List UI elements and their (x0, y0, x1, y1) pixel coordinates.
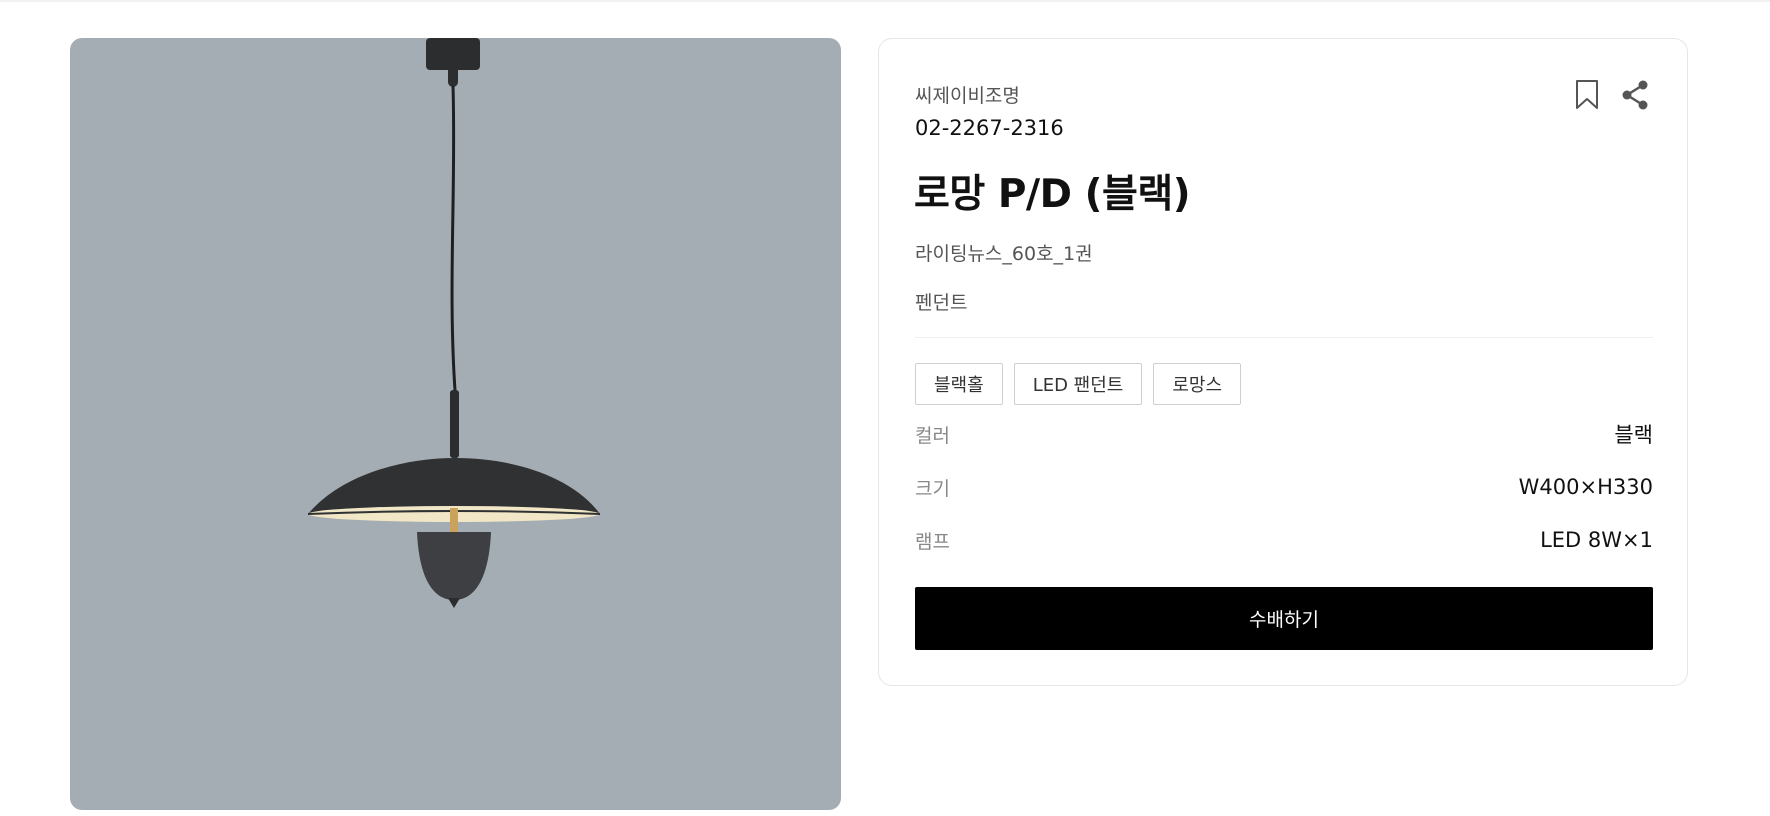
spec-label: 램프 (915, 530, 950, 553)
spec-row-size: 크기 W400×H330 (915, 472, 1653, 502)
brand-name: 씨제이비조명 (915, 85, 1020, 107)
spec-label: 크기 (915, 477, 950, 500)
top-divider (0, 0, 1770, 2)
share-icon (1622, 80, 1648, 110)
spec-row-lamp: 램프 LED 8W×1 (915, 525, 1653, 555)
spec-value: W400×H330 (1518, 475, 1653, 499)
bookmark-icon (1576, 80, 1598, 109)
pendant-lamp-illustration (307, 38, 601, 608)
spec-row-color: 컬러 블랙 (915, 419, 1653, 449)
spec-label: 컬러 (915, 424, 950, 447)
tag-item[interactable]: LED 팬던트 (1013, 363, 1143, 405)
product-image (70, 38, 841, 810)
tag-list: 블랙홀 LED 팬던트 로망스 (915, 363, 1242, 405)
tag-item[interactable]: 로망스 (1153, 363, 1242, 405)
section-divider (915, 337, 1653, 338)
tag-item[interactable]: 블랙홀 (915, 363, 1003, 405)
catalog-source: 라이팅뉴스_60호_1권 (915, 243, 1093, 265)
spec-value: 블랙 (1614, 423, 1653, 447)
bookmark-button[interactable] (1571, 77, 1603, 113)
order-button[interactable]: 수배하기 (915, 587, 1653, 650)
product-title: 로망 P/D (블랙) (914, 172, 1191, 217)
share-button[interactable] (1619, 77, 1651, 113)
product-category: 펜던트 (915, 292, 968, 314)
product-info-card: 씨제이비조명 02-2267-2316 로망 P/D (블랙) 라이팅뉴스_60… (878, 38, 1688, 686)
phone-number: 02-2267-2316 (915, 116, 1064, 140)
spec-value: LED 8W×1 (1540, 528, 1653, 552)
